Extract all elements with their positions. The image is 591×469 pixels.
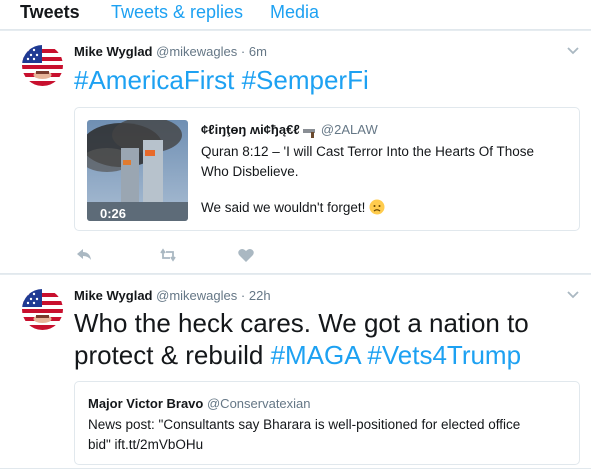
quoted-tweet[interactable]: 0:26 ¢ℓiŋţɵŋ ʍi¢ђą€ℓ @2ALAW Quran 8:12 –… bbox=[74, 107, 580, 231]
hashtag-link[interactable]: #Vets4Trump bbox=[367, 340, 521, 370]
tweet-text: #AmericaFirst #SemperFi bbox=[74, 64, 369, 96]
quoted-tweet-text: News post: "Consultants say Bharara is w… bbox=[88, 415, 568, 455]
heart-icon[interactable] bbox=[236, 245, 256, 265]
author-handle[interactable]: @mikewagles bbox=[156, 44, 237, 59]
tweet[interactable]: Mike Wyglad @mikewagles · 22h Who the he… bbox=[0, 275, 591, 469]
retweet-icon[interactable] bbox=[158, 245, 178, 265]
reply-icon[interactable] bbox=[74, 245, 94, 265]
quoted-tweet[interactable]: Major Victor Bravo @Conservatexian News … bbox=[74, 381, 580, 465]
author-name[interactable]: Mike Wyglad bbox=[74, 288, 153, 303]
quoted-text-line: Quran 8:12 – 'I will Cast Terror Into th… bbox=[201, 144, 534, 159]
avatar[interactable] bbox=[22, 45, 63, 86]
tweet-text: Who the heck cares. We got a nation to p… bbox=[74, 307, 529, 371]
hashtag-link[interactable]: #MAGA bbox=[271, 340, 361, 370]
hashtag-link[interactable]: #AmericaFirst bbox=[74, 65, 234, 95]
time-separator: · bbox=[240, 288, 246, 303]
quoted-tweet-header: ¢ℓiŋţɵŋ ʍi¢ђą€ℓ @2ALAW bbox=[201, 122, 378, 138]
quoted-text-line: bid" ift.tt/2mVbOHu bbox=[88, 437, 204, 452]
quoted-author-handle: @Conservatexian bbox=[206, 396, 311, 411]
author-name[interactable]: Mike Wyglad bbox=[74, 44, 153, 59]
disappointed-face-emoji bbox=[369, 199, 385, 215]
tab-tweets-and-replies[interactable]: Tweets & replies bbox=[111, 2, 243, 23]
video-thumbnail[interactable]: 0:26 bbox=[87, 120, 188, 221]
quoted-text-line: We said we wouldn't forget! bbox=[201, 200, 366, 215]
chevron-down-icon[interactable] bbox=[566, 43, 580, 57]
tab-tweets[interactable]: Tweets bbox=[20, 2, 80, 23]
quoted-tweet-text: Quran 8:12 – 'I will Cast Terror Into th… bbox=[201, 142, 571, 218]
quoted-author-handle: @2ALAW bbox=[320, 122, 378, 137]
time-separator: · bbox=[240, 44, 246, 59]
quoted-text-line: News post: "Consultants say Bharara is w… bbox=[88, 417, 521, 432]
tweet-header: Mike Wyglad @mikewagles · 22h bbox=[74, 288, 271, 303]
avatar[interactable] bbox=[22, 289, 63, 330]
profile-tabs: Tweets Tweets & replies Media bbox=[0, 0, 591, 30]
tweet-header: Mike Wyglad @mikewagles · 6m bbox=[74, 44, 267, 59]
tweet-time[interactable]: 22h bbox=[249, 288, 271, 303]
quoted-tweet-header: Major Victor Bravo @Conservatexian bbox=[88, 396, 311, 411]
video-duration: 0:26 bbox=[100, 206, 127, 221]
quoted-text-line: Who Disbelieve. bbox=[201, 164, 299, 179]
tweet-text-line: Who the heck cares. We got a nation to bbox=[74, 308, 529, 338]
tweet-text-line: protect & rebuild #MAGA #Vets4Trump bbox=[74, 339, 529, 371]
quoted-text-line-with-emoji: We said we wouldn't forget! bbox=[201, 198, 571, 218]
author-handle[interactable]: @mikewagles bbox=[156, 288, 237, 303]
quoted-author-name: Major Victor Bravo bbox=[88, 396, 204, 411]
quoted-author-name: ¢ℓiŋţɵŋ ʍi¢ђą€ℓ bbox=[201, 122, 300, 137]
chevron-down-icon[interactable] bbox=[566, 287, 580, 301]
tweet-actions bbox=[74, 245, 274, 265]
tab-media[interactable]: Media bbox=[270, 2, 319, 23]
tweet-time[interactable]: 6m bbox=[249, 44, 267, 59]
tweet[interactable]: Mike Wyglad @mikewagles · 6m #AmericaFir… bbox=[0, 31, 591, 274]
hashtag-link[interactable]: #SemperFi bbox=[242, 65, 369, 95]
gun-emoji bbox=[303, 126, 317, 138]
tweet-text-plain: protect & rebuild bbox=[74, 340, 271, 370]
